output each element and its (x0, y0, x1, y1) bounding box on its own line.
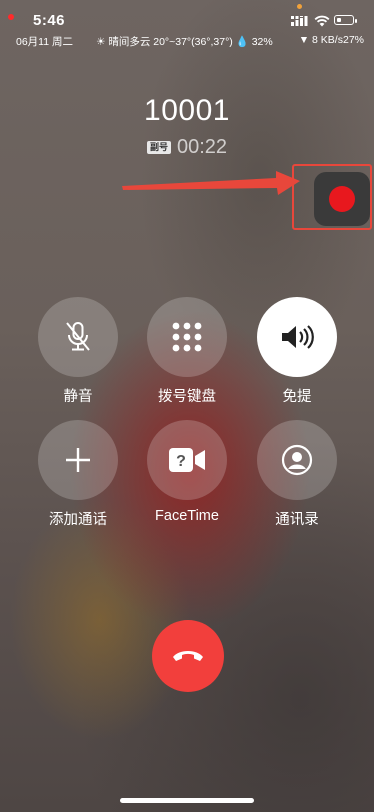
keypad-label: 拨号键盘 (158, 389, 216, 405)
home-indicator[interactable] (120, 798, 254, 803)
facetime-video-icon: ? (169, 448, 205, 472)
record-button[interactable] (314, 172, 370, 226)
mute-control[interactable]: 静音 (28, 297, 128, 406)
facetime-button[interactable]: ? (147, 420, 227, 500)
keypad-control[interactable]: 拨号键盘 (137, 297, 237, 406)
speaker-label: 免提 (282, 389, 312, 405)
svg-text:?: ? (176, 453, 186, 470)
mute-label: 静音 (63, 389, 93, 405)
end-call-button[interactable] (152, 620, 224, 692)
keypad-button[interactable] (147, 297, 227, 377)
add-call-button[interactable] (38, 420, 118, 500)
mute-mic-icon (66, 322, 90, 351)
contacts-icon (281, 444, 313, 476)
contacts-label: 通讯录 (275, 512, 319, 528)
contacts-control[interactable]: 通讯录 (247, 420, 347, 529)
facetime-label: FaceTime (155, 508, 219, 524)
keypad-icon (172, 322, 202, 352)
record-icon (329, 186, 355, 212)
speaker-icon (282, 325, 314, 349)
hang-up-phone-icon (173, 651, 203, 661)
speaker-button[interactable] (257, 297, 337, 377)
mute-button[interactable] (38, 297, 118, 377)
add-call-label: 添加通话 (49, 512, 107, 528)
add-call-control[interactable]: 添加通话 (28, 420, 128, 529)
facetime-control[interactable]: ? FaceTime (137, 420, 237, 524)
contacts-button[interactable] (257, 420, 337, 500)
plus-icon (66, 448, 90, 472)
speaker-control[interactable]: 免提 (247, 297, 347, 406)
